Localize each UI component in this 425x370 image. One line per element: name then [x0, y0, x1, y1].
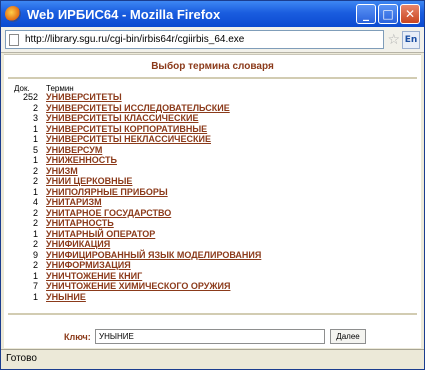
- doc-count: 1: [32, 134, 38, 144]
- language-icon[interactable]: En: [402, 30, 420, 49]
- list-item: 2 УНИФИКАЦИЯ: [4, 239, 421, 250]
- doc-count: 4: [32, 197, 38, 207]
- term-link[interactable]: УНИТАРНЫЙ ОПЕРАТОР: [46, 229, 155, 239]
- key-label: Ключ:: [64, 332, 91, 342]
- term-list: 252 УНИВЕРСИТЕТЫ 2 УНИВЕРСИТЕТЫ ИССЛЕДОВАТЕ…: [4, 92, 421, 302]
- divider: [8, 77, 417, 79]
- page-icon: [9, 33, 19, 46]
- term-link[interactable]: УНИВЕРСУМ: [46, 145, 102, 155]
- doc-count: 2: [32, 239, 38, 249]
- doc-count: 1: [32, 270, 38, 281]
- window-title: Web ИРБИС64 - Mozilla Firefox: [27, 6, 221, 22]
- doc-count: 7: [32, 281, 38, 291]
- term-link[interactable]: УНИФИКАЦИЯ: [46, 239, 110, 249]
- term-link[interactable]: УНИВЕРСИТЕТЫ КОРПОРАТИВНЫЕ: [46, 124, 207, 134]
- list-item: 2 УНИФОРМИЗАЦИЯ: [4, 260, 421, 271]
- page-heading: Выбор термина словаря: [151, 61, 274, 72]
- divider: [8, 313, 417, 315]
- status-bar: Готово: [1, 349, 424, 369]
- list-item: 1 УНИВЕРСИТЕТЫ НЕКЛАССИЧЕСКИЕ: [4, 134, 421, 145]
- doc-count: 3: [32, 113, 38, 123]
- list-item: 1 УНИПОЛЯРНЫЕ ПРИБОРЫ: [4, 187, 421, 198]
- title-bar: Web ИРБИС64 - Mozilla Firefox _ □ ✕: [1, 1, 424, 27]
- term-link[interactable]: УНИВЕРСИТЕТЫ КЛАССИЧЕСКИЕ: [46, 113, 198, 123]
- close-button[interactable]: ✕: [400, 4, 420, 24]
- doc-count: 2: [32, 260, 38, 270]
- maximize-icon: □: [382, 7, 394, 21]
- term-link[interactable]: УНИВЕРСИТЕТЫ: [46, 92, 122, 102]
- list-item: 1 УНИЖЕННОСТЬ: [4, 155, 421, 166]
- doc-count: 1: [32, 123, 38, 134]
- doc-count: 252: [22, 92, 38, 102]
- term-link[interactable]: УНИВЕРСИТЕТЫ НЕКЛАССИЧЕСКИЕ: [46, 134, 211, 144]
- doc-count: 1: [32, 186, 38, 197]
- page-content: Выбор термина словаря Док. Термин 252 УНИ…: [4, 54, 421, 348]
- term-link[interactable]: УНИТАРНОЕ ГОСУДАРСТВО: [46, 208, 171, 218]
- list-item: 2 УНИВЕРСИТЕТЫ ИССЛЕДОВАТЕЛЬСКИЕ: [4, 103, 421, 114]
- list-item: 1 УНЫНИЕ: [4, 292, 421, 303]
- list-item: 1 УНИЧТОЖЕНИЕ КНИГ: [4, 271, 421, 282]
- doc-count: 1: [32, 228, 38, 239]
- term-link[interactable]: УНИЧТОЖЕНИЕ ХИМИЧЕСКОГО ОРУЖИЯ: [46, 281, 230, 291]
- term-link[interactable]: УНИФОРМИЗАЦИЯ: [46, 260, 131, 270]
- firefox-icon: [5, 6, 21, 22]
- key-input[interactable]: [95, 329, 325, 344]
- doc-count: 2: [32, 218, 38, 228]
- term-link[interactable]: УНИЖЕННОСТЬ: [46, 155, 117, 165]
- next-button[interactable]: Далее: [330, 329, 366, 344]
- list-item: 252 УНИВЕРСИТЕТЫ: [4, 92, 421, 103]
- list-item: 1 УНИВЕРСИТЕТЫ КОРПОРАТИВНЫЕ: [4, 124, 421, 135]
- list-item: 2 УНИТАРНОЕ ГОСУДАРСТВО: [4, 208, 421, 219]
- doc-count: 9: [32, 249, 38, 260]
- url-text: http://library.sgu.ru/cgi-bin/irbis64r/c…: [25, 34, 245, 45]
- list-item: 3 УНИВЕРСИТЕТЫ КЛАССИЧЕСКИЕ: [4, 113, 421, 124]
- browser-window: Web ИРБИС64 - Mozilla Firefox _ □ ✕ http…: [0, 0, 425, 370]
- list-item: 1 УНИТАРНЫЙ ОПЕРАТОР: [4, 229, 421, 240]
- list-item: 2 УНИИ ЦЕРКОВНЫЕ: [4, 176, 421, 187]
- doc-count: 2: [32, 165, 38, 176]
- term-link[interactable]: УНИИ ЦЕРКОВНЫЕ: [46, 176, 132, 186]
- doc-count: 1: [32, 291, 38, 302]
- doc-count: 5: [32, 144, 38, 155]
- doc-count: 2: [32, 207, 38, 218]
- doc-count: 2: [32, 176, 38, 186]
- bookmark-star-icon[interactable]: ☆: [387, 32, 400, 48]
- doc-count: 1: [32, 155, 38, 165]
- list-item: 7 УНИЧТОЖЕНИЕ ХИМИЧЕСКОГО ОРУЖИЯ: [4, 281, 421, 292]
- doc-count: 2: [32, 102, 38, 113]
- list-item: 2 УНИЗМ: [4, 166, 421, 177]
- term-link[interactable]: УНИФИЦИРОВАННЫЙ ЯЗЫК МОДЕЛИРОВАНИЯ: [46, 250, 261, 260]
- list-item: 9 УНИФИЦИРОВАННЫЙ ЯЗЫК МОДЕЛИРОВАНИЯ: [4, 250, 421, 261]
- address-bar: http://library.sgu.ru/cgi-bin/irbis64r/c…: [1, 27, 424, 53]
- list-item: 2 УНИТАРНОСТЬ: [4, 218, 421, 229]
- maximize-button[interactable]: □: [378, 4, 398, 24]
- list-item: 5 УНИВЕРСУМ: [4, 145, 421, 156]
- minimize-button[interactable]: _: [356, 4, 376, 24]
- term-link[interactable]: УНИЧТОЖЕНИЕ КНИГ: [46, 271, 142, 281]
- term-link[interactable]: УНИТАРИЗМ: [46, 197, 102, 207]
- url-field[interactable]: http://library.sgu.ru/cgi-bin/irbis64r/c…: [5, 30, 385, 49]
- term-link[interactable]: УНИПОЛЯРНЫЕ ПРИБОРЫ: [46, 187, 168, 197]
- list-item: 4 УНИТАРИЗМ: [4, 197, 421, 208]
- term-link[interactable]: УНИВЕРСИТЕТЫ ИССЛЕДОВАТЕЛЬСКИЕ: [46, 103, 230, 113]
- term-link[interactable]: УНИЗМ: [46, 166, 78, 176]
- term-link[interactable]: УНЫНИЕ: [46, 292, 86, 302]
- minimize-icon: _: [363, 7, 369, 21]
- close-icon: ✕: [404, 7, 416, 21]
- term-link[interactable]: УНИТАРНОСТЬ: [46, 218, 114, 228]
